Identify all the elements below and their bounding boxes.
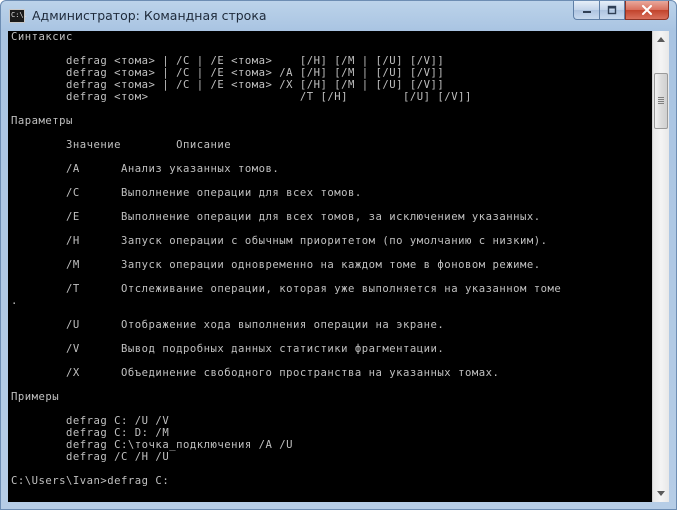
window-title: Администратор: Командная строка <box>32 8 267 23</box>
console-output[interactable]: Синтаксис defrag <тома> | /C | /E <тома>… <box>8 31 652 502</box>
maximize-button[interactable] <box>599 1 625 20</box>
console-window: C:\. Администратор: Командная строка Син… <box>0 0 677 510</box>
console-line: defrag C: /U /V <box>11 415 170 427</box>
scroll-up-arrow-icon <box>657 37 665 42</box>
console-line: /E Выполнение операции для всех томов, з… <box>11 211 541 223</box>
console-lines: Синтаксис defrag <тома> | /C | /E <тома>… <box>8 31 652 487</box>
minimize-icon <box>582 11 591 13</box>
console-line: . <box>11 295 18 307</box>
close-button[interactable] <box>625 1 669 20</box>
scroll-down-button[interactable] <box>653 485 669 502</box>
title-bar[interactable]: C:\. Администратор: Командная строка <box>1 1 676 31</box>
console-line: /T Отслеживание операции, которая уже вы… <box>11 283 562 295</box>
vertical-scrollbar[interactable] <box>652 31 669 502</box>
maximize-icon <box>607 5 617 15</box>
console-line: defrag C: D: /M <box>11 427 170 439</box>
console-line: defrag /C /H /U <box>11 451 170 463</box>
console-line: Параметры <box>11 115 73 127</box>
scroll-down-arrow-icon <box>657 491 665 496</box>
console-line: /V Вывод подробных данных статистики фра… <box>11 343 445 355</box>
thumb-grip <box>658 97 664 104</box>
window-bottom-frame <box>1 502 676 509</box>
console-line: Синтаксис <box>11 31 73 43</box>
console-line: /C Выполнение операции для всех томов. <box>11 187 362 199</box>
command-prompt-line: C:\Users\Ivan>defrag C: <box>11 475 170 487</box>
console-line: defrag <тома> | /C | /E <тома> [/H] [/M … <box>11 55 445 67</box>
console-line: Примеры <box>11 391 60 403</box>
console-line: defrag <тома> | /C | /E <тома> /X [/H] [… <box>11 79 445 91</box>
console-line: /M Запуск операции одновременно на каждо… <box>11 259 541 271</box>
close-icon <box>642 5 652 15</box>
console-line: /U Отображение хода выполнения операции … <box>11 319 445 331</box>
console-line: /H Запуск операции с обычным приоритетом… <box>11 235 548 247</box>
console-line: defrag <тома> | /C | /E <тома> /A [/H] [… <box>11 67 445 79</box>
console-line: /A Анализ указанных томов. <box>11 163 280 175</box>
console-line: Значение Описание <box>11 139 232 151</box>
scroll-up-button[interactable] <box>653 31 669 48</box>
console-line: defrag C:\точка_подключения /A /U <box>11 439 293 451</box>
scroll-thumb[interactable] <box>654 73 668 129</box>
minimize-button[interactable] <box>573 1 599 20</box>
console-line: /X Объединение свободного пространства н… <box>11 367 500 379</box>
console-line: defrag <том> /T [/H] [/U] [/V]] <box>11 91 472 103</box>
cmd-icon[interactable]: C:\. <box>9 9 28 23</box>
caption-buttons <box>573 1 669 21</box>
